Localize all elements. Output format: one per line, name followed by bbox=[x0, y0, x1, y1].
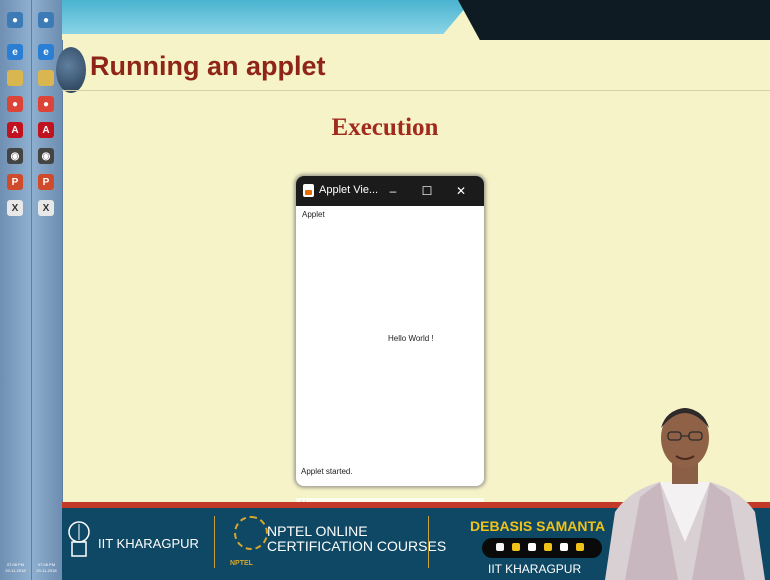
header-dark-band bbox=[458, 0, 770, 40]
x-icon[interactable]: X bbox=[38, 200, 54, 216]
program-line-1: NPTEL ONLINE bbox=[267, 523, 368, 539]
header-light-band bbox=[62, 0, 472, 34]
footer-divider bbox=[428, 516, 429, 568]
applet-output-text: Hello World ! bbox=[388, 334, 434, 343]
powerpoint-icon[interactable]: P bbox=[38, 174, 54, 190]
folder-icon[interactable] bbox=[7, 70, 23, 86]
ie-icon[interactable]: e bbox=[7, 44, 23, 60]
applet-menu[interactable]: Applet bbox=[302, 210, 325, 219]
window-titlebar[interactable]: Applet Vie... – ☐ ✕ bbox=[296, 176, 484, 206]
slide-logo bbox=[56, 47, 86, 93]
ie-icon[interactable]: e bbox=[38, 44, 54, 60]
program-line-2: CERTIFICATION COURSES bbox=[267, 538, 447, 554]
clock-date: 20-11-2018 bbox=[36, 568, 57, 573]
chrome-icon[interactable]: ● bbox=[7, 96, 23, 112]
orb-icon[interactable]: ● bbox=[7, 12, 23, 28]
taskbar-column: ● e ● A ◉ P X 07:08 PM 20-11-2018 bbox=[0, 0, 32, 580]
taskbar-clock[interactable]: 07:08 PM 20-11-2018 bbox=[0, 562, 31, 574]
window-title: Applet Vie... bbox=[319, 184, 379, 196]
app-icon-strip bbox=[482, 538, 602, 558]
folder-icon[interactable] bbox=[38, 70, 54, 86]
media-icon[interactable]: ◉ bbox=[7, 148, 23, 164]
speaker-name: DEBASIS SAMANTA bbox=[470, 518, 606, 534]
slide-title: Running an applet bbox=[90, 51, 326, 81]
maximize-button[interactable]: ☐ bbox=[416, 182, 438, 200]
orb-icon[interactable]: ● bbox=[38, 12, 54, 28]
chrome-icon[interactable]: ● bbox=[38, 96, 54, 112]
speaker-institute: IIT KHARAGPUR bbox=[488, 562, 582, 576]
title-divider bbox=[62, 90, 770, 91]
applet-viewer-window[interactable]: Applet Vie... – ☐ ✕ Applet Hello World !… bbox=[296, 176, 484, 486]
left-taskbar: ● e ● A ◉ P X 07:08 PM 20-11-2018 ● e ● … bbox=[0, 0, 63, 580]
minimize-button[interactable]: – bbox=[382, 182, 404, 200]
taskbar-column: ● e ● A ◉ P X 07:08 PM 20-11-2018 bbox=[31, 0, 63, 580]
iit-logo-icon bbox=[68, 521, 90, 557]
presenter-video bbox=[605, 408, 765, 580]
slide-header-band bbox=[62, 0, 770, 40]
nptel-logo-icon bbox=[234, 516, 268, 550]
clock-date: 20-11-2018 bbox=[5, 568, 26, 573]
x-icon[interactable]: X bbox=[7, 200, 23, 216]
institute-name: IIT KHARAGPUR bbox=[98, 536, 199, 551]
taskbar-clock[interactable]: 07:08 PM 20-11-2018 bbox=[31, 562, 62, 574]
powerpoint-icon[interactable]: P bbox=[7, 174, 23, 190]
java-icon bbox=[303, 184, 314, 197]
status-bar: Applet started. bbox=[301, 467, 353, 476]
close-button[interactable]: ✕ bbox=[450, 182, 472, 200]
nptel-mark: NPTEL bbox=[230, 560, 253, 567]
slide-subtitle: Execution bbox=[331, 114, 439, 141]
program-name: NPTEL ONLINE CERTIFICATION COURSES bbox=[267, 524, 446, 554]
footer-divider bbox=[214, 516, 215, 568]
media-icon[interactable]: ◉ bbox=[38, 148, 54, 164]
